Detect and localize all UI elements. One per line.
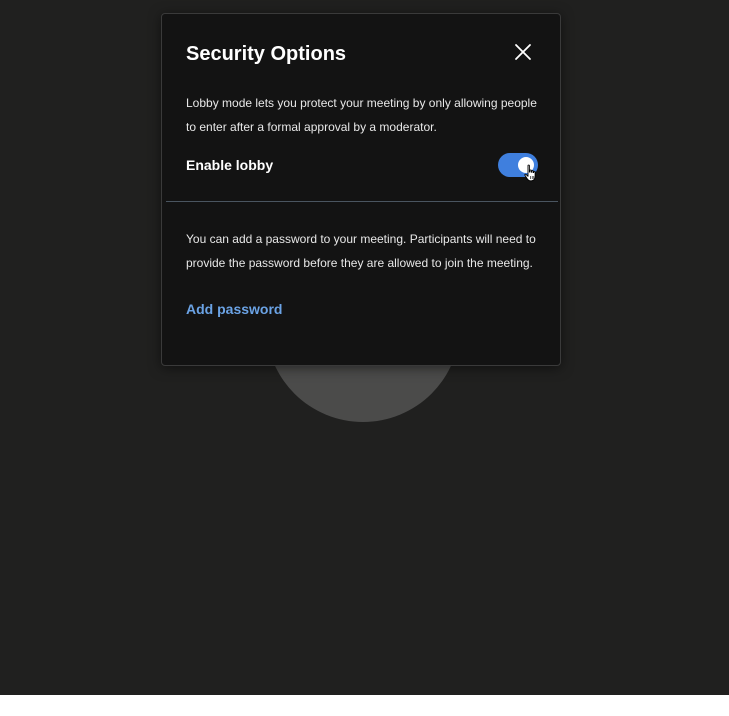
dialog-title: Security Options [186,43,347,65]
security-options-dialog: Security Options Lobby mode lets you pro… [161,13,561,366]
add-password-link[interactable]: Add password [186,300,282,318]
section-divider [166,201,558,202]
meeting-stage: Security Options Lobby mode lets you pro… [0,0,729,695]
lobby-description: Lobby mode lets you protect your meeting… [186,96,537,134]
enable-lobby-label: Enable lobby [186,157,274,173]
close-button[interactable] [512,41,534,63]
password-description: You can add a password to your meeting. … [186,232,536,270]
close-icon [515,44,531,60]
hand-pointer-icon [524,164,536,182]
